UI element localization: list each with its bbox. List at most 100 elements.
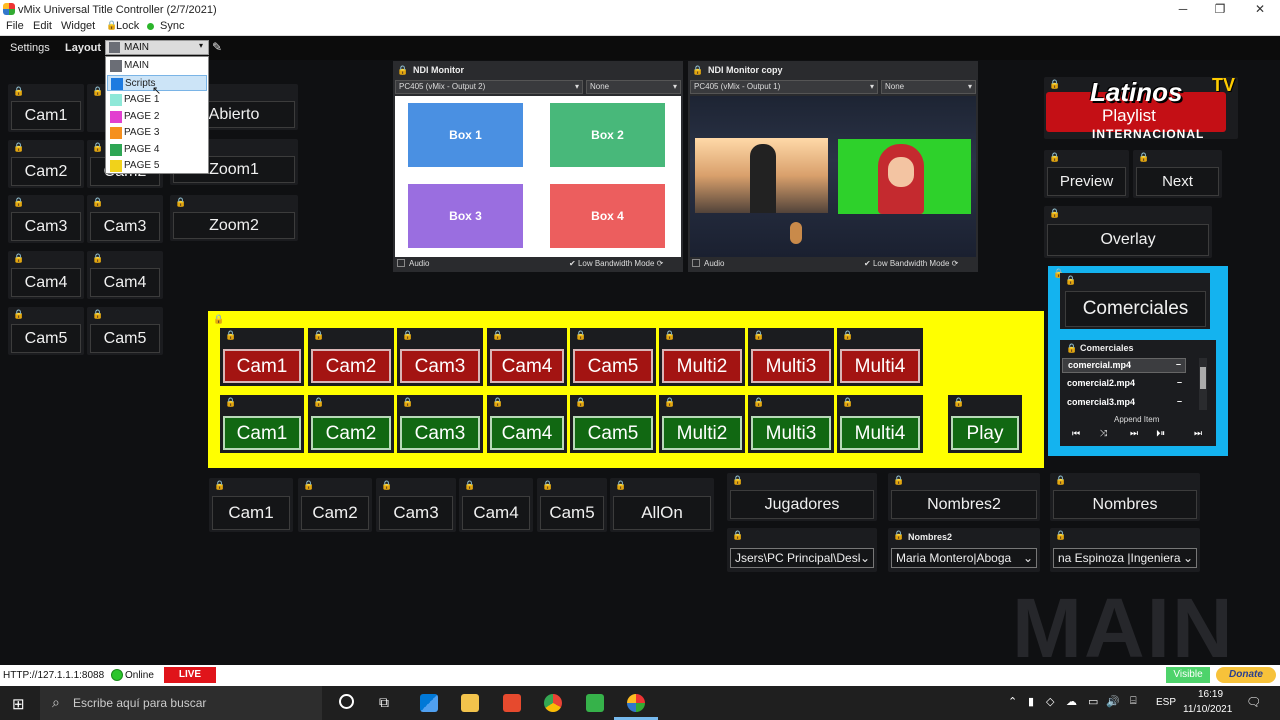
title-field-select[interactable]: Maria Montero|Aboga ⌄: [891, 548, 1037, 568]
cam3-button[interactable]: Cam3: [11, 212, 81, 241]
next-icon[interactable]: ⏭: [1130, 428, 1138, 439]
file-explorer-icon[interactable]: [461, 694, 479, 712]
audio-checkbox[interactable]: Audio: [692, 259, 724, 268]
close-button[interactable]: ✕: [1240, 0, 1280, 19]
remove-icon[interactable]: –: [1177, 396, 1182, 406]
green-cam1-button[interactable]: Cam1: [223, 416, 301, 450]
cortana-icon[interactable]: [339, 694, 354, 709]
menu-sync[interactable]: Sync: [160, 20, 184, 32]
green-multi4-button[interactable]: Multi4: [840, 416, 920, 450]
green-multi3-button[interactable]: Multi3: [751, 416, 831, 450]
green-multi2-button[interactable]: Multi2: [662, 416, 742, 450]
clock-time[interactable]: 16:19: [1198, 689, 1223, 700]
nombres2-button[interactable]: Nombres2: [891, 490, 1037, 519]
visible-toggle[interactable]: Visible: [1166, 667, 1210, 683]
cam4-button[interactable]: Cam4: [462, 496, 530, 530]
volume-icon[interactable]: 🔊: [1106, 695, 1120, 708]
title-field-select[interactable]: na Espinoza |Ingeniera ⌄: [1053, 548, 1197, 568]
green-cam2-button[interactable]: Cam2: [311, 416, 391, 450]
menu-lock[interactable]: Lock: [116, 20, 139, 32]
next-button[interactable]: Next: [1136, 167, 1219, 196]
vmix-taskbar-icon[interactable]: [627, 694, 645, 712]
pencil-icon[interactable]: ✎: [212, 40, 222, 54]
red-cam4-button[interactable]: Cam4: [490, 349, 564, 383]
battery-icon[interactable]: ▭: [1088, 695, 1098, 708]
preview-button[interactable]: Preview: [1047, 167, 1126, 196]
append-item-button[interactable]: Append Item: [1114, 415, 1159, 424]
ndi-secondary-select[interactable]: None ▾: [881, 80, 976, 94]
skip-end-icon[interactable]: ⏭: [1194, 428, 1202, 439]
red-cam5-button[interactable]: Cam5: [573, 349, 653, 383]
scrollbar[interactable]: [1199, 358, 1207, 410]
minimize-button[interactable]: ─: [1163, 0, 1203, 19]
layout-option-page3[interactable]: PAGE 3: [107, 125, 207, 141]
menu-file[interactable]: File: [6, 20, 24, 32]
chrome-icon[interactable]: [544, 694, 562, 712]
red-cam1-button[interactable]: Cam1: [223, 349, 301, 383]
windows-start-icon[interactable]: ⊞: [12, 695, 25, 713]
remove-icon[interactable]: –: [1176, 359, 1181, 369]
task-view-icon[interactable]: ⧉: [379, 694, 389, 711]
network-icon[interactable]: ⌸: [1130, 695, 1137, 708]
playlist-item[interactable]: comercial.mp4–: [1062, 358, 1186, 373]
zoom2-button[interactable]: Zoom2: [173, 212, 295, 239]
chevron-up-icon[interactable]: ⌃: [1008, 695, 1017, 708]
layout-select[interactable]: MAIN ▾: [105, 40, 209, 55]
ndi-source-select[interactable]: PC405 (vMix - Output 2) ▾: [395, 80, 583, 94]
cam3-button[interactable]: Cam3: [90, 212, 160, 241]
red-multi2-button[interactable]: Multi2: [662, 349, 742, 383]
green-cam5-button[interactable]: Cam5: [573, 416, 653, 450]
green-cam3-button[interactable]: Cam3: [400, 416, 480, 450]
office-app-icon[interactable]: [503, 694, 521, 712]
green-cam4-button[interactable]: Cam4: [490, 416, 564, 450]
play-pause-icon[interactable]: ⏵⏸: [1156, 428, 1165, 439]
previous-icon[interactable]: ⏮: [1072, 428, 1080, 439]
low-bandwidth-checkbox[interactable]: ✔ Low Bandwidth Mode ⟳: [569, 259, 663, 268]
low-bandwidth-checkbox[interactable]: ✔ Low Bandwidth Mode ⟳: [864, 259, 958, 268]
menu-edit[interactable]: Edit: [33, 20, 52, 32]
cam2-button[interactable]: Cam2: [11, 157, 81, 186]
language-indicator[interactable]: ESP: [1156, 697, 1176, 708]
cam5-button[interactable]: Cam5: [90, 324, 160, 353]
overlay-button[interactable]: Overlay: [1047, 224, 1209, 256]
layout-option-main[interactable]: MAIN: [107, 58, 207, 74]
playlist-item[interactable]: comercial3.mp4–: [1062, 396, 1186, 411]
tray-icon[interactable]: ▮: [1028, 695, 1034, 708]
audio-checkbox[interactable]: Audio: [397, 259, 429, 268]
layout-option-page4[interactable]: PAGE 4: [107, 142, 207, 158]
ndi-secondary-select[interactable]: None ▾: [586, 80, 681, 94]
scrollbar-thumb[interactable]: [1200, 367, 1206, 389]
layout-option-page2[interactable]: PAGE 2: [107, 109, 207, 125]
http-url[interactable]: HTTP://127.1.1.1:8088: [3, 670, 104, 681]
microsoft-store-icon[interactable]: [420, 694, 438, 712]
clock-date[interactable]: 11/10/2021: [1183, 704, 1232, 715]
shuffle-icon[interactable]: ⤨: [1100, 428, 1107, 439]
cam4-button[interactable]: Cam4: [90, 268, 160, 297]
notifications-icon[interactable]: 🗨: [1246, 695, 1261, 709]
refresh-icon[interactable]: ⟳: [654, 259, 664, 268]
red-multi3-button[interactable]: Multi3: [751, 349, 831, 383]
donate-button[interactable]: Donate: [1216, 667, 1276, 683]
cam3-button[interactable]: Cam3: [379, 496, 453, 530]
onedrive-icon[interactable]: ☁: [1066, 695, 1077, 708]
dropbox-icon[interactable]: ◇: [1046, 695, 1054, 708]
maximize-button[interactable]: ❐: [1200, 0, 1240, 19]
cam1-button[interactable]: Cam1: [212, 496, 290, 530]
allon-button[interactable]: AllOn: [613, 496, 711, 530]
remove-icon[interactable]: –: [1177, 377, 1182, 387]
settings-button[interactable]: Settings: [10, 42, 50, 54]
ndi-source-select[interactable]: PC405 (vMix - Output 1) ▾: [690, 80, 878, 94]
camtasia-icon[interactable]: [586, 694, 604, 712]
cam5-button[interactable]: Cam5: [11, 324, 81, 353]
title-field-select[interactable]: Jsers\PC Principal\Desk ⌄: [730, 548, 874, 568]
nombres-button[interactable]: Nombres: [1053, 490, 1197, 519]
playlist-item[interactable]: comercial2.mp4–: [1062, 377, 1186, 392]
menu-widget[interactable]: Widget: [61, 20, 95, 32]
cam4-button[interactable]: Cam4: [11, 268, 81, 297]
red-multi4-button[interactable]: Multi4: [840, 349, 920, 383]
comerciales-button[interactable]: Comerciales: [1065, 291, 1206, 327]
cam5-button[interactable]: Cam5: [540, 496, 604, 530]
red-cam3-button[interactable]: Cam3: [400, 349, 480, 383]
layout-option-page5[interactable]: PAGE 5: [107, 158, 207, 174]
play-button[interactable]: Play: [951, 416, 1019, 450]
